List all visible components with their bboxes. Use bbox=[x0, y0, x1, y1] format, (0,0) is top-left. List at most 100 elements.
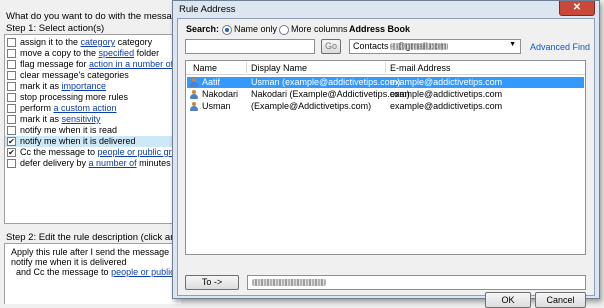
contact-icon bbox=[190, 102, 198, 111]
description-text: and Cc the message to bbox=[16, 267, 112, 277]
address-book-label: Address Book bbox=[349, 24, 411, 34]
more-columns-radio[interactable] bbox=[279, 25, 289, 35]
action-checkbox[interactable] bbox=[7, 71, 16, 80]
search-label: Search: bbox=[186, 24, 220, 34]
redacted-email bbox=[390, 43, 448, 50]
rule-description-box: Apply this rule after I send the message… bbox=[4, 243, 195, 304]
contact-name: Usman bbox=[202, 101, 231, 111]
name-only-label[interactable]: Name only bbox=[234, 24, 277, 34]
action-item[interactable]: stop processing more rules bbox=[5, 92, 181, 103]
action-item[interactable]: assign it to the category category bbox=[5, 37, 181, 48]
contact-row[interactable]: Nakodari Nakodari (Example@Addictivetips… bbox=[187, 89, 584, 100]
action-item[interactable]: move a copy to the specified folder bbox=[5, 48, 181, 59]
action-item[interactable]: perform a custom action bbox=[5, 103, 181, 114]
column-divider[interactable] bbox=[385, 62, 386, 73]
action-item[interactable]: mark it as importance bbox=[5, 81, 181, 92]
dialog-body: Search: Name only More columns Address B… bbox=[177, 18, 595, 308]
action-checkbox-checked[interactable]: ✔ bbox=[7, 137, 16, 146]
action-link[interactable]: category bbox=[81, 37, 116, 47]
contact-icon bbox=[190, 78, 198, 87]
action-item[interactable]: notify me when it is read bbox=[5, 125, 181, 136]
contact-display-name: (Example@Addictivetips.com) bbox=[251, 101, 372, 111]
close-button[interactable]: ✕ bbox=[559, 1, 595, 16]
action-text: category bbox=[115, 37, 153, 47]
action-text: minutes bbox=[136, 158, 171, 168]
contact-row-selected[interactable]: Aatif Usman (example@addictivetips.com) … bbox=[187, 77, 584, 88]
contact-display-name: Usman (example@addictivetips.com) bbox=[251, 77, 401, 87]
action-item[interactable]: flag message for action in a number of d… bbox=[5, 59, 181, 70]
advanced-find-link[interactable]: Advanced Find bbox=[530, 42, 590, 52]
title-bar[interactable]: Rule Address ✕ bbox=[173, 1, 599, 17]
action-item-selected[interactable]: ✔ notify me when it is delivered bbox=[5, 136, 181, 147]
contact-email: example@addictivetips.com bbox=[390, 89, 503, 99]
column-header-email[interactable]: E-mail Address bbox=[390, 63, 451, 73]
action-link[interactable]: people or public group bbox=[98, 147, 181, 157]
action-item[interactable]: mark it as sensitivity bbox=[5, 114, 181, 125]
action-text: stop processing more rules bbox=[20, 92, 129, 102]
dialog-title: Rule Address bbox=[179, 4, 236, 15]
contact-icon bbox=[190, 90, 198, 99]
search-input[interactable] bbox=[185, 39, 315, 54]
step1-label: Step 1: Select action(s) bbox=[6, 23, 105, 34]
rules-wizard-panel: What do you want to do with the message?… bbox=[0, 0, 212, 304]
action-checkbox[interactable] bbox=[7, 159, 16, 168]
action-checkbox-checked[interactable]: ✔ bbox=[7, 148, 16, 157]
contact-name: Nakodari bbox=[202, 89, 239, 99]
contact-row[interactable]: Usman (Example@Addictivetips.com) exampl… bbox=[187, 101, 584, 112]
rule-address-dialog: Rule Address ✕ Search: Name only More co… bbox=[172, 0, 600, 308]
action-checkbox[interactable] bbox=[7, 49, 16, 58]
action-checkbox[interactable] bbox=[7, 38, 16, 47]
action-text: defer delivery by bbox=[20, 158, 89, 168]
redacted-recipient bbox=[252, 279, 326, 286]
contact-email: example@addictivetips.com bbox=[390, 101, 503, 111]
name-only-radio[interactable] bbox=[222, 25, 232, 35]
address-book-dropdown[interactable]: Contacts - @gmail.com ▼ bbox=[349, 39, 521, 54]
to-field[interactable] bbox=[247, 275, 586, 290]
to-button[interactable]: To -> bbox=[185, 275, 239, 290]
action-text: perform bbox=[20, 103, 54, 113]
action-item[interactable]: defer delivery by a number of minutes bbox=[5, 158, 181, 169]
action-item[interactable]: ✔ Cc the message to people or public gro… bbox=[5, 147, 181, 158]
action-text: notify me when it is delivered bbox=[20, 136, 136, 146]
close-icon: ✕ bbox=[572, 2, 582, 13]
action-text: mark it as bbox=[20, 81, 62, 91]
column-header-name[interactable]: Name bbox=[193, 63, 217, 73]
column-divider[interactable] bbox=[246, 62, 247, 73]
contact-email: example@addictivetips.com bbox=[390, 77, 503, 87]
ok-button[interactable]: OK bbox=[485, 292, 531, 308]
action-link[interactable]: a custom action bbox=[54, 103, 117, 113]
action-text: Cc the message to bbox=[20, 147, 98, 157]
action-checkbox[interactable] bbox=[7, 82, 16, 91]
action-checkbox[interactable] bbox=[7, 93, 16, 102]
action-checkbox[interactable] bbox=[7, 126, 16, 135]
list-header: Name Display Name E-mail Address bbox=[186, 61, 585, 75]
description-line: Apply this rule after I send the message bbox=[11, 247, 170, 257]
action-item[interactable]: clear message's categories bbox=[5, 70, 181, 81]
cancel-button[interactable]: Cancel bbox=[535, 292, 586, 308]
action-link[interactable]: specified bbox=[99, 48, 135, 58]
action-checkbox[interactable] bbox=[7, 60, 16, 69]
more-columns-label[interactable]: More columns bbox=[291, 24, 348, 34]
description-line: and Cc the message to people or public g… bbox=[16, 267, 195, 277]
action-text: flag message for bbox=[20, 59, 90, 69]
description-line: notify me when it is delivered bbox=[11, 257, 127, 267]
action-checkbox[interactable] bbox=[7, 104, 16, 113]
action-link[interactable]: importance bbox=[62, 81, 107, 91]
go-button[interactable]: Go bbox=[321, 39, 341, 54]
action-link[interactable]: a number of bbox=[89, 158, 137, 168]
action-checkbox[interactable] bbox=[7, 115, 16, 124]
action-text: assign it to the bbox=[20, 37, 81, 47]
chevron-down-icon: ▼ bbox=[509, 41, 516, 48]
contacts-list: Name Display Name E-mail Address Aatif U… bbox=[185, 60, 586, 255]
wizard-question: What do you want to do with the message? bbox=[6, 11, 188, 22]
action-link[interactable]: sensitivity bbox=[62, 114, 101, 124]
action-text: clear message's categories bbox=[20, 70, 129, 80]
contact-display-name: Nakodari (Example@Addictivetips.com) bbox=[251, 89, 410, 99]
contact-name: Aatif bbox=[202, 77, 221, 87]
action-link[interactable]: action in a number of days bbox=[89, 59, 181, 69]
actions-list: assign it to the category category move … bbox=[4, 34, 181, 224]
action-text: move a copy to the bbox=[20, 48, 99, 58]
action-text: notify me when it is read bbox=[20, 125, 118, 135]
action-text: folder bbox=[134, 48, 160, 58]
column-header-display-name[interactable]: Display Name bbox=[251, 63, 307, 73]
